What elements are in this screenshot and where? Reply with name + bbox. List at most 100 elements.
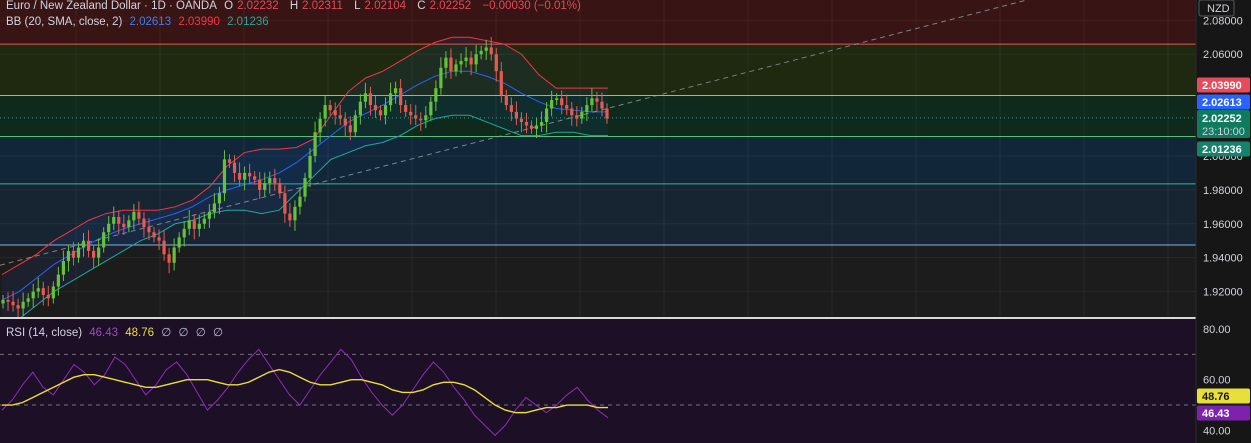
candle-body (6, 300, 10, 302)
candle-body (388, 93, 393, 106)
zone-support-lower (0, 136, 1196, 184)
bollinger-label: BB (20, SMA, close, 2) (6, 16, 123, 28)
candle-body (343, 118, 347, 126)
rsi-label: RSI (14, close) (6, 327, 83, 339)
price-tick-label: 2.08000 (1203, 15, 1243, 27)
chart-canvas[interactable]: NZD2.080002.060002.000001.980001.960001.… (0, 0, 1251, 443)
currency-label: NZD (1207, 3, 1230, 15)
candle-body (590, 98, 594, 106)
bollinger-basis-value: 2.02613 (129, 16, 172, 28)
price-tick-label: 1.94000 (1203, 253, 1243, 265)
rsi-extra-4: ∅ (212, 327, 223, 339)
candle-body (585, 105, 589, 112)
candle-body (555, 98, 559, 101)
candle-body (550, 100, 554, 109)
candle-body (71, 250, 76, 258)
candle-body (122, 223, 126, 228)
candle-body (399, 88, 403, 106)
candle-body (565, 105, 569, 109)
candle-body (162, 240, 166, 255)
candle-body (56, 274, 60, 287)
bollinger-upper-value: 2.03990 (178, 16, 220, 28)
candle-body (499, 71, 503, 95)
candle-body (348, 125, 352, 133)
candle-body (308, 155, 312, 178)
candle-body (157, 237, 161, 241)
low-label: L (354, 0, 361, 12)
rsi-tick-label: 80.00 (1203, 324, 1231, 336)
candle-body (479, 50, 483, 55)
candle-body (539, 122, 544, 126)
symbol-title[interactable]: Euro / New Zealand Dollar · 1D · OANDA (6, 0, 217, 12)
candle-body (595, 98, 599, 102)
candle-body (117, 216, 121, 224)
candle-body (177, 237, 181, 248)
candle-body (41, 288, 45, 295)
candle-body (419, 118, 423, 121)
rsi-legend[interactable]: RSI (14, close) 46.43 48.76 ∅ ∅ ∅ ∅ (6, 325, 227, 339)
bollinger-legend[interactable]: BB (20, SMA, close, 2) 2.02613 2.03990 2… (6, 16, 273, 28)
candle-body (26, 298, 30, 302)
candle-body (97, 247, 101, 258)
candle-body (318, 118, 322, 133)
candle-body (31, 291, 35, 299)
candle-body (524, 122, 529, 126)
candle-body (86, 240, 91, 251)
candle-body (570, 108, 574, 116)
candle-body (182, 228, 186, 238)
candle-body (439, 67, 443, 89)
close-badge: 2.02252 (1202, 113, 1242, 125)
candle-body (303, 177, 307, 197)
low-value: 2.02104 (364, 0, 407, 12)
candle-body (323, 105, 327, 119)
candle-body (76, 247, 81, 258)
candle-body (232, 162, 237, 173)
candle-body (61, 261, 65, 275)
candle-body (202, 218, 206, 224)
candle-body (107, 223, 111, 233)
candle-body (469, 57, 473, 65)
candle-body (333, 110, 337, 116)
candle-body (434, 88, 438, 102)
candle-body (404, 105, 408, 112)
price-tick-label: 1.96000 (1203, 219, 1243, 231)
candle-body (444, 57, 448, 68)
candle-body (545, 108, 549, 123)
price-tick-label: 1.92000 (1203, 287, 1243, 299)
candle-body (197, 223, 201, 229)
candle-body (227, 159, 232, 163)
candle-body (16, 305, 20, 309)
candle-body (212, 203, 216, 212)
candle-body (489, 47, 493, 55)
candle-body (288, 213, 292, 221)
candle-body (112, 216, 116, 224)
high-label: H (289, 0, 299, 12)
candle-body (509, 105, 513, 112)
candle-body (102, 232, 106, 248)
pane-separator (0, 317, 1251, 319)
candle-body (36, 288, 40, 292)
candle-body (237, 172, 242, 180)
bollinger-lower-value: 2.01236 (227, 16, 269, 28)
candle-body (600, 101, 604, 109)
rsi-tick-label: 60.00 (1203, 375, 1231, 387)
rsi-value: 46.43 (89, 327, 119, 339)
rsi-extra-2: ∅ (178, 327, 189, 339)
candle-body (147, 227, 151, 233)
candle-body (454, 64, 458, 72)
candle-body (172, 247, 176, 263)
candle-body (11, 301, 15, 306)
candle-body (409, 111, 413, 116)
high-value: 2.02311 (302, 0, 343, 12)
candle-body (167, 254, 171, 263)
rsi-extra-1: ∅ (161, 327, 172, 339)
candle-body (378, 110, 383, 116)
candle-body (519, 118, 524, 123)
open-label: O (224, 0, 234, 12)
candle-body (253, 176, 257, 180)
close-label: C (417, 0, 426, 12)
rsi-badge: 46.43 (1202, 408, 1230, 420)
lower-band-badge: 2.01236 (1202, 144, 1242, 156)
candle-body (243, 172, 247, 180)
symbol-legend: Euro / New Zealand Dollar · 1D · OANDA O… (6, 0, 585, 12)
